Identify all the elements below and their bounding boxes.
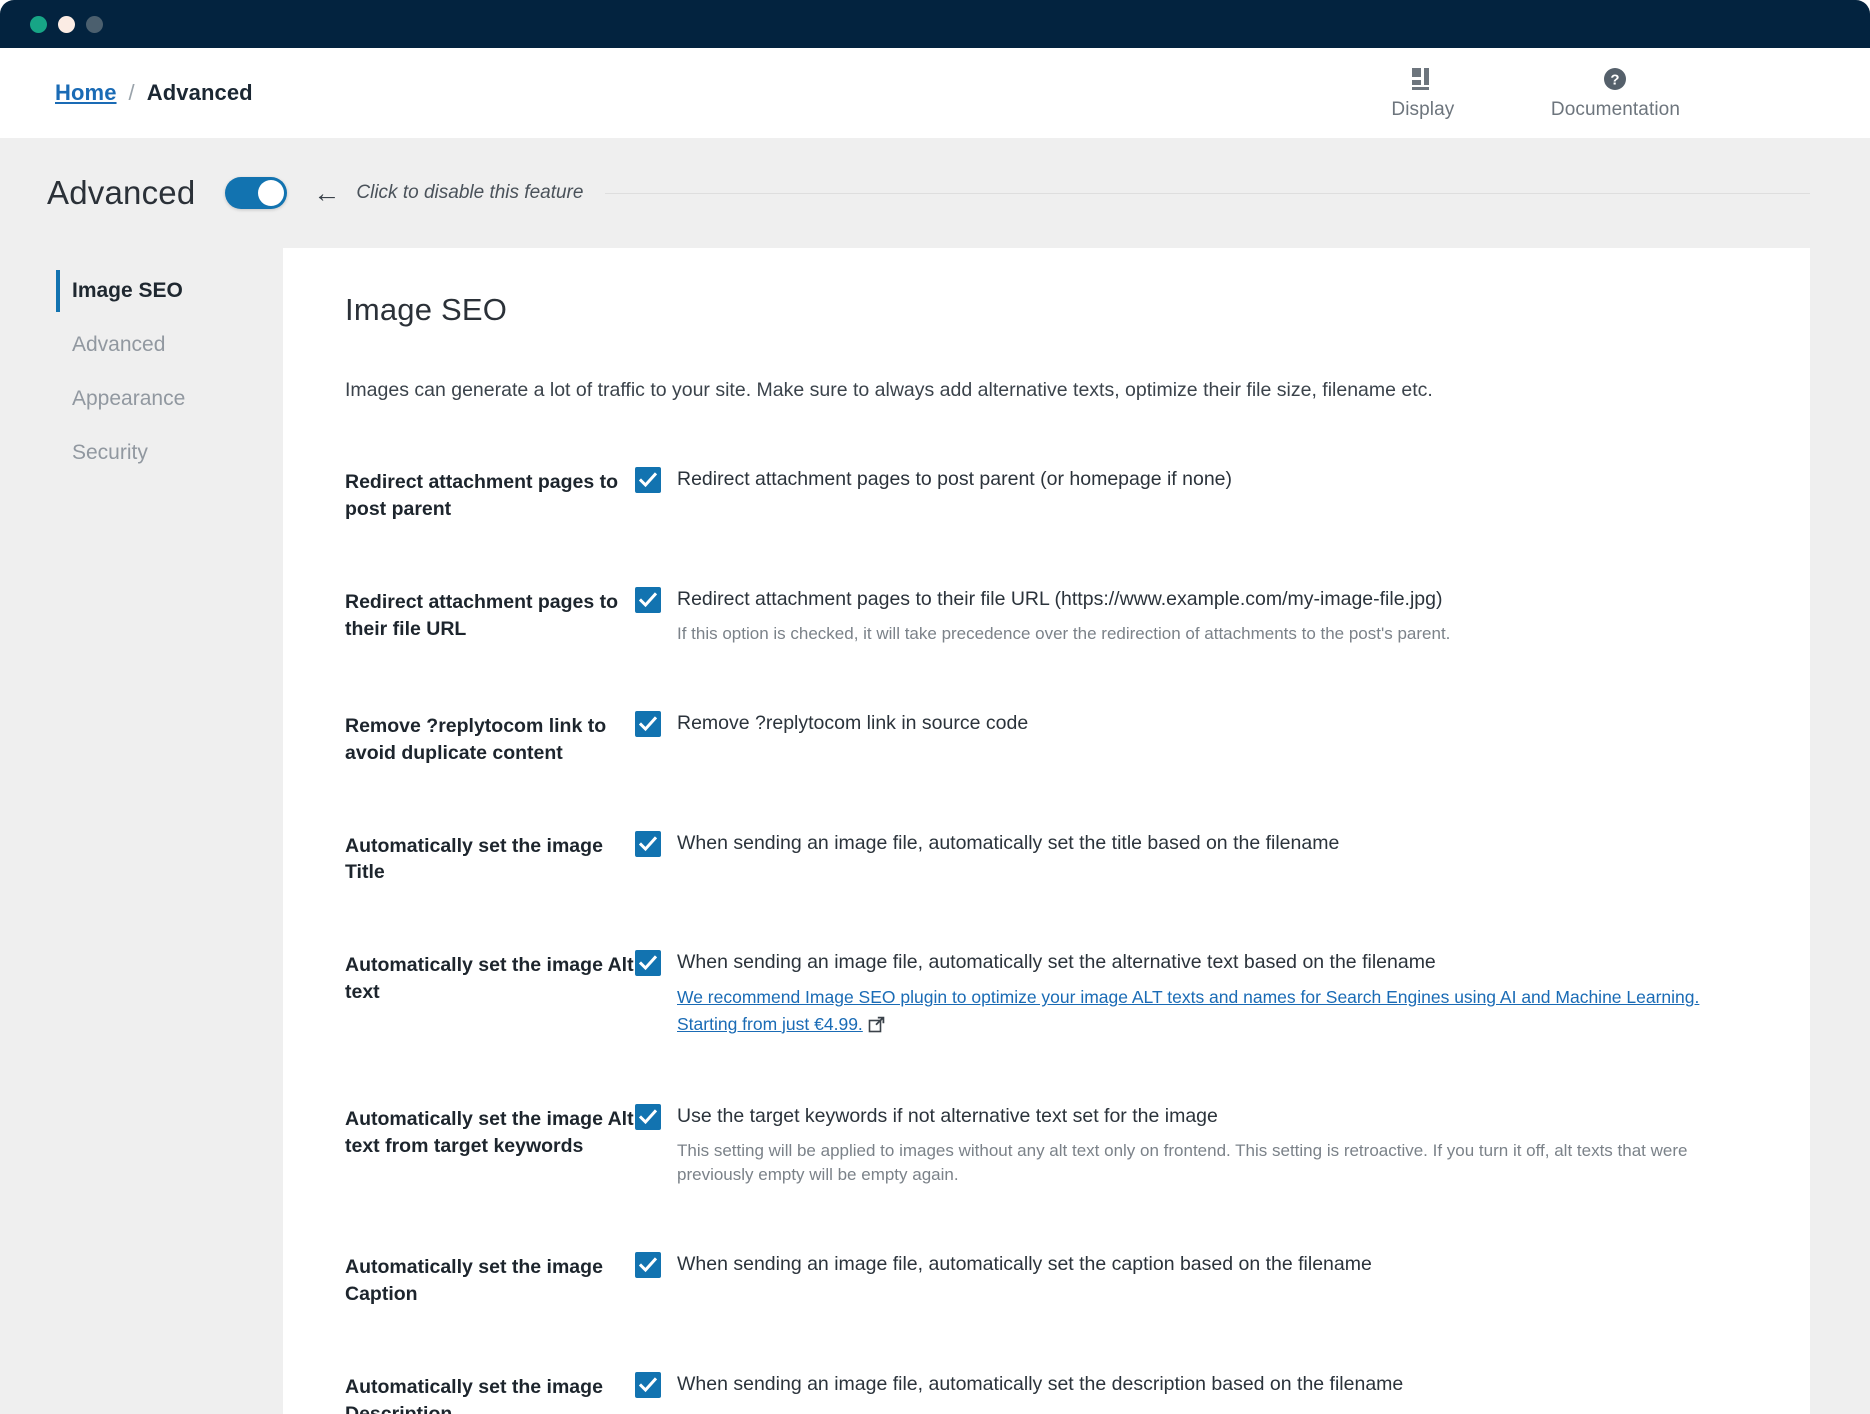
setting-checkbox-label: When sending an image file, automaticall… (677, 948, 1436, 975)
external-link-icon (868, 1014, 885, 1040)
display-action[interactable]: Display (1375, 65, 1471, 121)
setting-label: Remove ?replytocom link to avoid duplica… (345, 709, 635, 767)
setting-body: When sending an image file, automaticall… (635, 829, 1748, 857)
image-seo-plugin-link-text: We recommend Image SEO plugin to optimiz… (677, 987, 1699, 1033)
sidebar-item-label: Image SEO (72, 279, 183, 303)
setting-label: Automatically set the image Caption (345, 1250, 635, 1308)
top-bar: Home / Advanced Display (0, 48, 1870, 138)
sidebar-item-appearance[interactable]: Appearance (0, 372, 283, 426)
setting-checkbox[interactable] (635, 711, 661, 737)
setting-checkbox-label: Redirect attachment pages to post parent… (677, 465, 1232, 492)
section-title: Image SEO (345, 292, 1748, 328)
setting-description: This setting will be applied to images w… (677, 1139, 1748, 1188)
setting-row: Redirect attachment pages to their file … (345, 569, 1748, 667)
settings-panel: Image SEO Images can generate a lot of t… (283, 248, 1810, 1414)
left-arrow-icon: ← (313, 180, 340, 207)
setting-body: Remove ?replytocom link in source code (635, 709, 1748, 737)
breadcrumb: Home / Advanced (55, 80, 253, 106)
setting-row: Redirect attachment pages to post parent… (345, 449, 1748, 543)
setting-body: Use the target keywords if not alternati… (635, 1102, 1748, 1188)
page-title: Advanced (47, 174, 195, 212)
sidebar-item-label: Security (72, 441, 148, 465)
setting-checkbox[interactable] (635, 1252, 661, 1278)
app-window: Home / Advanced Display (0, 0, 1870, 1414)
window-controls (30, 16, 103, 33)
top-actions: Display ? Documentation (1375, 65, 1870, 121)
setting-body: Redirect attachment pages to their file … (635, 585, 1748, 647)
setting-label: Redirect attachment pages to their file … (345, 585, 635, 643)
breadcrumb-home-link[interactable]: Home (55, 80, 117, 106)
toggle-knob (258, 180, 284, 206)
setting-label: Automatically set the image Description (345, 1370, 635, 1414)
documentation-action-label: Documentation (1551, 99, 1680, 121)
setting-checkbox[interactable] (635, 587, 661, 613)
setting-body: Redirect attachment pages to post parent… (635, 465, 1748, 493)
image-seo-plugin-link[interactable]: We recommend Image SEO plugin to optimiz… (677, 984, 1748, 1040)
feature-divider (605, 193, 1810, 194)
breadcrumb-current: Advanced (147, 80, 253, 106)
setting-checkbox[interactable] (635, 831, 661, 857)
setting-checkbox[interactable] (635, 1372, 661, 1398)
sidebar-item-label: Advanced (72, 333, 165, 357)
sidebar-item-image-seo[interactable]: Image SEO (0, 264, 283, 318)
setting-checkbox[interactable] (635, 950, 661, 976)
svg-text:?: ? (1611, 72, 1620, 89)
setting-checkbox[interactable] (635, 1104, 661, 1130)
minimize-window-dot[interactable] (58, 16, 75, 33)
setting-checkbox-label: Use the target keywords if not alternati… (677, 1102, 1218, 1129)
setting-checkbox-label: When sending an image file, automaticall… (677, 1370, 1403, 1397)
setting-row: Automatically set the image Alt text Whe… (345, 932, 1748, 1060)
setting-row: Remove ?replytocom link to avoid duplica… (345, 693, 1748, 787)
documentation-action[interactable]: ? Documentation (1551, 65, 1680, 121)
settings-sidebar: Image SEO Advanced Appearance Security (0, 248, 283, 1414)
close-window-dot[interactable] (30, 16, 47, 33)
section-intro: Images can generate a lot of traffic to … (345, 376, 1748, 405)
setting-checkbox-label: Remove ?replytocom link in source code (677, 709, 1028, 736)
sidebar-item-label: Appearance (72, 387, 185, 411)
setting-label: Redirect attachment pages to post parent (345, 465, 635, 523)
setting-row: Automatically set the image Description … (345, 1354, 1748, 1414)
setting-label: Automatically set the image Alt text fro… (345, 1102, 635, 1160)
setting-row: Automatically set the image Alt text fro… (345, 1086, 1748, 1208)
maximize-window-dot[interactable] (86, 16, 103, 33)
setting-row: Automatically set the image Caption When… (345, 1234, 1748, 1328)
layout-icon (1410, 65, 1436, 93)
sidebar-item-advanced[interactable]: Advanced (0, 318, 283, 372)
display-action-label: Display (1391, 99, 1454, 121)
setting-checkbox-label: Redirect attachment pages to their file … (677, 585, 1443, 612)
sidebar-item-security[interactable]: Security (0, 426, 283, 480)
setting-checkbox-label: When sending an image file, automaticall… (677, 1250, 1372, 1277)
setting-body: When sending an image file, automaticall… (635, 1250, 1748, 1278)
breadcrumb-separator: / (129, 80, 135, 106)
setting-description: If this option is checked, it will take … (677, 622, 1748, 647)
feature-hint-text: Click to disable this feature (356, 182, 583, 204)
feature-header-band: Advanced ← Click to disable this feature (0, 138, 1870, 248)
page-body: Image SEO Advanced Appearance Security I… (0, 248, 1870, 1414)
setting-checkbox-label: When sending an image file, automaticall… (677, 829, 1339, 856)
setting-label: Automatically set the image Title (345, 829, 635, 887)
feature-enable-toggle[interactable] (225, 177, 287, 209)
setting-checkbox[interactable] (635, 467, 661, 493)
setting-body: When sending an image file, automaticall… (635, 1370, 1748, 1398)
setting-label: Automatically set the image Alt text (345, 948, 635, 1006)
setting-row: Automatically set the image Title When s… (345, 813, 1748, 907)
setting-body: When sending an image file, automaticall… (635, 948, 1748, 1040)
window-titlebar (0, 0, 1870, 48)
question-mark-icon: ? (1603, 65, 1627, 93)
settings-list: Redirect attachment pages to post parent… (345, 449, 1748, 1414)
